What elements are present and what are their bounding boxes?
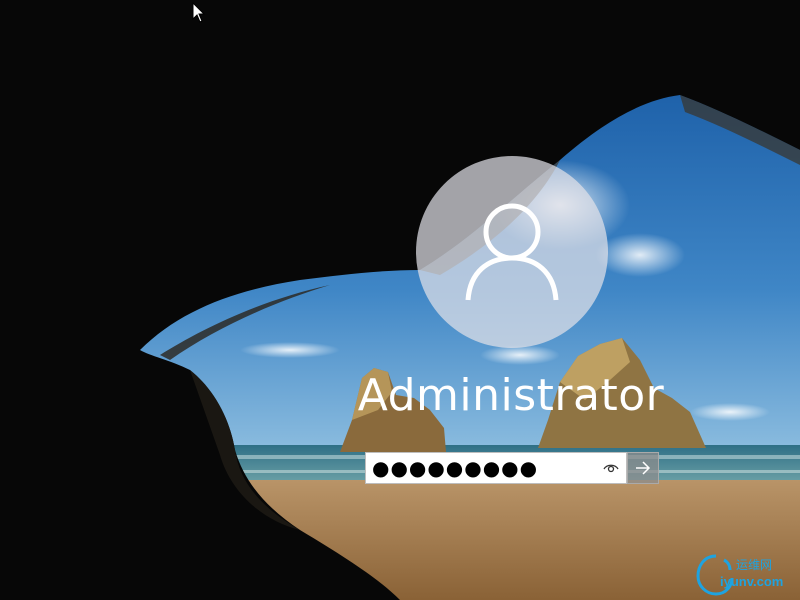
- watermark-cn-text: 运维网: [736, 558, 773, 572]
- eye-icon[interactable]: [602, 460, 620, 476]
- username-label: Administrator: [357, 370, 665, 421]
- user-silhouette-icon: [465, 203, 559, 301]
- password-field-container: [365, 452, 627, 484]
- watermark-en-text: iyunv.com: [720, 574, 784, 589]
- password-row: [365, 452, 659, 484]
- lockscreen-background: [0, 0, 800, 600]
- submit-button[interactable]: [627, 452, 659, 484]
- arrow-right-icon: [636, 461, 651, 475]
- site-watermark: 运维网 iyunv.com: [696, 552, 796, 596]
- mouse-cursor-icon: [192, 2, 206, 23]
- password-input[interactable]: [366, 454, 592, 482]
- user-avatar: [416, 156, 608, 348]
